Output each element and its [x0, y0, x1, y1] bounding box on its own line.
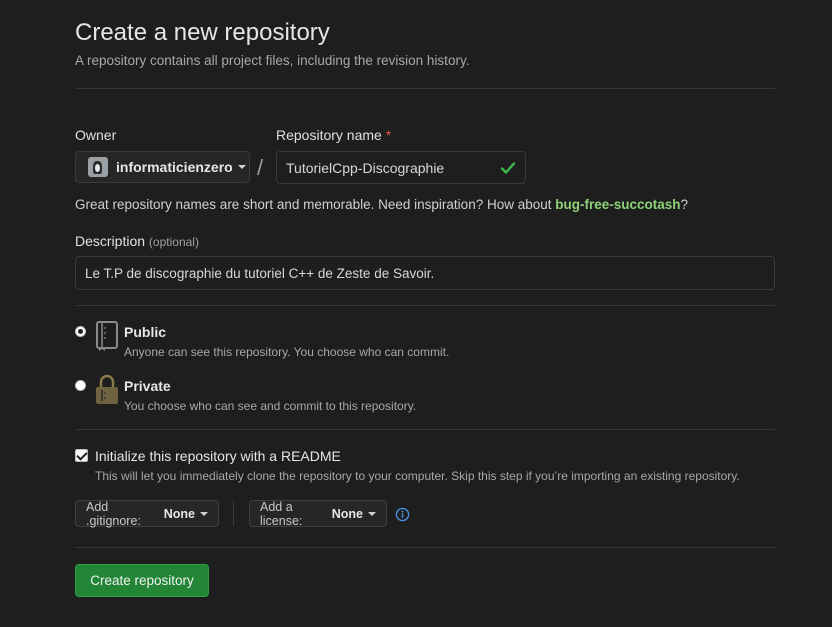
page-title: Create a new repository — [75, 19, 330, 46]
public-description: Anyone can see this repository. You choo… — [124, 345, 450, 359]
private-title: Private — [124, 378, 171, 394]
private-description: You choose who can see and commit to thi… — [124, 399, 417, 413]
lock-icon — [96, 374, 118, 404]
private-radio[interactable] — [75, 380, 86, 391]
readme-description: This will let you immediately clone the … — [95, 469, 740, 483]
owner-name: informaticienzero — [116, 159, 233, 175]
owner-repo-separator: / — [257, 155, 264, 180]
repo-name-label-text: Repository name — [276, 127, 382, 143]
name-hint: Great repository names are short and mem… — [75, 196, 688, 214]
hint-suffix: ? — [680, 197, 689, 212]
readme-checkbox[interactable] — [75, 449, 88, 462]
divider — [75, 305, 775, 306]
required-marker: * — [385, 127, 392, 143]
license-label: Add a license: — [260, 499, 303, 528]
optional-tag: (optional) — [148, 235, 199, 249]
public-title: Public — [124, 324, 167, 340]
gitignore-value: None — [163, 506, 195, 521]
info-icon[interactable] — [395, 507, 410, 522]
description-label: Description (optional) — [75, 232, 199, 251]
repo-book-icon — [96, 321, 118, 351]
gitignore-dropdown[interactable]: Add .gitignore: None — [75, 499, 219, 528]
repo-name-value: TutorielCpp-Discographie — [286, 159, 445, 176]
chevron-down-icon — [368, 511, 376, 516]
chevron-down-icon — [237, 165, 246, 169]
divider — [75, 429, 775, 430]
repo-name-label: Repository name * — [276, 126, 391, 144]
repo-name-input[interactable]: TutorielCpp-Discographie — [276, 151, 526, 184]
owner-dropdown[interactable]: informaticienzero — [75, 151, 250, 183]
new-repository-page: Create a new repository A repository con… — [0, 0, 832, 627]
gitignore-label: Add .gitignore: — [86, 499, 141, 528]
owner-label: Owner — [75, 127, 117, 143]
description-value: Le T.P de discographie du tutoriel C++ d… — [85, 265, 435, 281]
description-input[interactable]: Le T.P de discographie du tutoriel C++ d… — [75, 256, 775, 290]
public-radio[interactable] — [75, 326, 86, 337]
name-suggestion-link[interactable]: bug-free-succotash — [555, 197, 680, 212]
chevron-down-icon — [200, 511, 208, 516]
avatar — [88, 157, 108, 177]
divider — [75, 88, 775, 89]
page-subtitle: A repository contains all project files,… — [75, 53, 470, 68]
hint-text: Great repository names are short and mem… — [75, 197, 556, 212]
divider — [233, 500, 234, 526]
create-repository-button[interactable]: Create repository — [75, 564, 209, 597]
license-value: None — [331, 506, 363, 521]
check-icon — [500, 161, 516, 174]
divider — [75, 547, 775, 548]
license-dropdown[interactable]: Add a license: None — [249, 499, 387, 528]
description-label-text: Description — [75, 233, 146, 249]
readme-title: Initialize this repository with a README — [95, 448, 341, 464]
